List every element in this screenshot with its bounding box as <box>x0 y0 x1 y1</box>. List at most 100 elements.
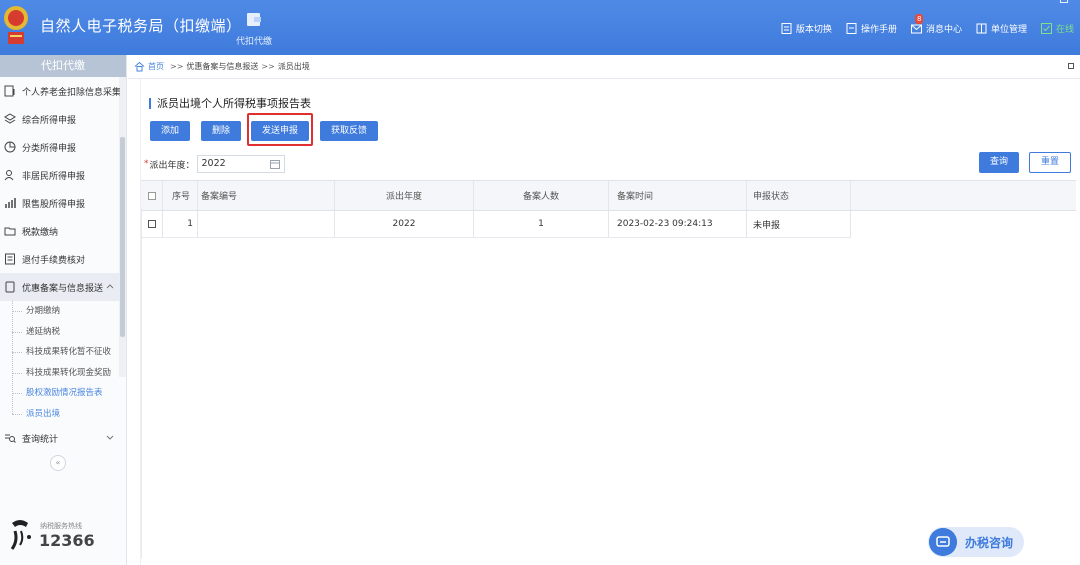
header-seq: 序号 <box>163 181 198 210</box>
top-bar: 自然人电子税务局（扣缴端） 代扣代缴 版本切换 操作手册 8 消息中心 单位管理 <box>0 0 1080 55</box>
dispatch-year-value: 2022 <box>201 158 226 169</box>
hotline-label: 纳税服务热线 <box>40 522 82 530</box>
sidebar-item-comprehensive[interactable]: 综合所得申报 <box>0 105 120 133</box>
sidebar-item-tax-payment[interactable]: 税款缴纳 <box>0 217 120 245</box>
layers-icon <box>4 113 16 124</box>
sub-item-deferred[interactable]: 递延纳税 <box>12 322 120 343</box>
receipt-icon <box>5 253 15 265</box>
select-all-cell <box>141 181 163 210</box>
get-feedback-button[interactable]: 获取反馈 <box>320 121 379 141</box>
online-check-icon <box>1040 23 1052 34</box>
sidebar-item-label: 综合所得申报 <box>22 115 77 126</box>
table-header: 序号 备案编号 派出年度 备案人数 备案时间 申报状态 <box>141 181 1076 211</box>
doc-icon <box>781 23 792 34</box>
header-filing-time: 备案时间 <box>609 181 747 210</box>
filter-row: * 派出年度： 2022 <box>144 155 285 173</box>
tab-label: 代扣代缴 <box>235 37 272 47</box>
window-restore-icon[interactable] <box>1068 63 1074 69</box>
sub-item-equity-incentive[interactable]: 股权激励情况报告表 <box>12 383 120 404</box>
tax-emblem-icon <box>4 6 28 44</box>
sidebar-item-query-stats[interactable]: 查询统计 <box>0 424 120 452</box>
pension-icon <box>4 85 15 97</box>
sidebar-item-pension[interactable]: 个人养老金扣除信息采集 <box>0 77 120 105</box>
dispatch-year-label: 派出年度： <box>149 160 195 171</box>
table-empty-area <box>141 208 1076 558</box>
building-icon <box>976 23 987 34</box>
sidebar-item-label: 非居民所得申报 <box>22 171 86 182</box>
hotline: 纳税服务热线 12366 <box>6 515 121 555</box>
bar-chart-icon <box>5 198 16 208</box>
search-list-icon <box>5 434 16 443</box>
top-actions: 版本切换 操作手册 8 消息中心 单位管理 在线 <box>781 14 1074 35</box>
pie-icon <box>4 141 16 153</box>
breadcrumb-home-link[interactable]: 首页 <box>148 61 164 72</box>
sidebar-item-label: 分类所得申报 <box>22 143 77 154</box>
manual-icon <box>846 23 857 34</box>
page-title: 派员出境个人所得税事项报告表 <box>149 98 311 109</box>
add-button[interactable]: 添加 <box>150 121 191 141</box>
sidebar-item-restricted-shares[interactable]: 限售股所得申报 <box>0 189 120 217</box>
sub-item-installment[interactable]: 分期缴纳 <box>12 301 120 322</box>
sidebar-item-fee-refund[interactable]: 退付手续费核对 <box>0 245 120 273</box>
breadcrumb-separator: >> <box>261 62 275 71</box>
header-filing-count: 备案人数 <box>474 181 609 210</box>
hotline-number: 12366 <box>39 531 95 550</box>
dispatch-year-input[interactable]: 2022 <box>196 155 285 173</box>
required-mark: * <box>144 159 149 169</box>
header-declare-status: 申报状态 <box>747 181 851 210</box>
mail-icon <box>910 24 922 34</box>
headset-icon <box>10 520 31 550</box>
manual-button[interactable]: 操作手册 <box>846 22 897 35</box>
query-button[interactable]: 查询 <box>979 152 1020 173</box>
sidebar-sub-list: 分期缴纳 递延纳税 科技成果转化暂不征收 科技成果转化现金奖励 股权激励情况报告… <box>0 301 126 424</box>
sidebar-item-label: 查询统计 <box>22 434 59 445</box>
reset-button[interactable]: 重置 <box>1029 152 1072 173</box>
online-label: 在线 <box>1055 25 1074 35</box>
tax-consult-label: 办税咨询 <box>965 535 1014 550</box>
delete-button[interactable]: 删除 <box>201 121 242 141</box>
sidebar-item-label: 优惠备案与信息报送 <box>22 283 104 294</box>
chevron-up-icon <box>106 284 114 289</box>
header-filing-code: 备案编号 <box>198 181 335 210</box>
message-center-button[interactable]: 8 消息中心 <box>910 14 962 35</box>
sidebar-item-label: 个人养老金扣除信息采集 <box>22 87 120 98</box>
sidebar-item-label: 退付手续费核对 <box>22 255 86 266</box>
content-gutter <box>128 79 141 565</box>
sidebar-item-preferential-filing[interactable]: 优惠备案与信息报送 <box>0 273 120 301</box>
document-icon <box>5 281 15 293</box>
sidebar-item-label: 限售股所得申报 <box>22 199 86 210</box>
folder-icon <box>4 227 16 236</box>
sidebar-collapse-button[interactable]: « <box>50 455 66 471</box>
sub-item-tech-exempt[interactable]: 科技成果转化暂不征收 <box>12 342 120 363</box>
message-center-label: 消息中心 <box>925 25 962 35</box>
sidebar: 代扣代缴 个人养老金扣除信息采集 综合所得申报 分类所得申报 非居民所得申报 限… <box>0 55 127 565</box>
select-all-checkbox[interactable] <box>147 191 156 200</box>
chat-icon <box>929 528 957 556</box>
breadcrumb-item: 优惠备案与信息报送 <box>186 62 259 71</box>
wallet-icon <box>247 13 261 26</box>
sub-item-tech-cash-reward[interactable]: 科技成果转化现金奖励 <box>12 363 120 384</box>
sidebar-item-label: 税款缴纳 <box>22 227 59 238</box>
window-controls <box>988 0 1068 3</box>
sidebar-item-classified[interactable]: 分类所得申报 <box>0 133 120 161</box>
version-switch-button[interactable]: 版本切换 <box>781 22 832 35</box>
highlight-box <box>247 113 313 146</box>
chevron-down-icon <box>106 435 114 440</box>
app-title: 自然人电子税务局（扣缴端） <box>40 17 242 35</box>
version-switch-label: 版本切换 <box>795 25 832 35</box>
breadcrumb: 首页 >> 优惠备案与信息报送 >> 派员出境 <box>128 55 1080 79</box>
unit-management-button[interactable]: 单位管理 <box>976 22 1027 35</box>
unit-management-label: 单位管理 <box>990 25 1027 35</box>
tax-consult-button[interactable]: 办税咨询 <box>928 527 1024 557</box>
calendar-icon[interactable] <box>269 159 280 169</box>
sidebar-item-nonresident[interactable]: 非居民所得申报 <box>0 161 120 189</box>
tab-withholding[interactable]: 代扣代缴 <box>230 10 278 47</box>
sub-item-dispatch-abroad[interactable]: 派员出境 <box>12 404 120 425</box>
person-icon <box>4 170 14 181</box>
sidebar-title: 代扣代缴 <box>0 55 126 77</box>
breadcrumb-separator: >> <box>170 62 184 71</box>
header-dispatch-year: 派出年度 <box>335 181 474 210</box>
main-content: 派员出境个人所得税事项报告表 添加 删除 发送申报 获取反馈 * 派出年度： 2… <box>141 88 1076 558</box>
online-status[interactable]: 在线 <box>1040 22 1074 35</box>
message-badge: 8 <box>914 14 924 24</box>
